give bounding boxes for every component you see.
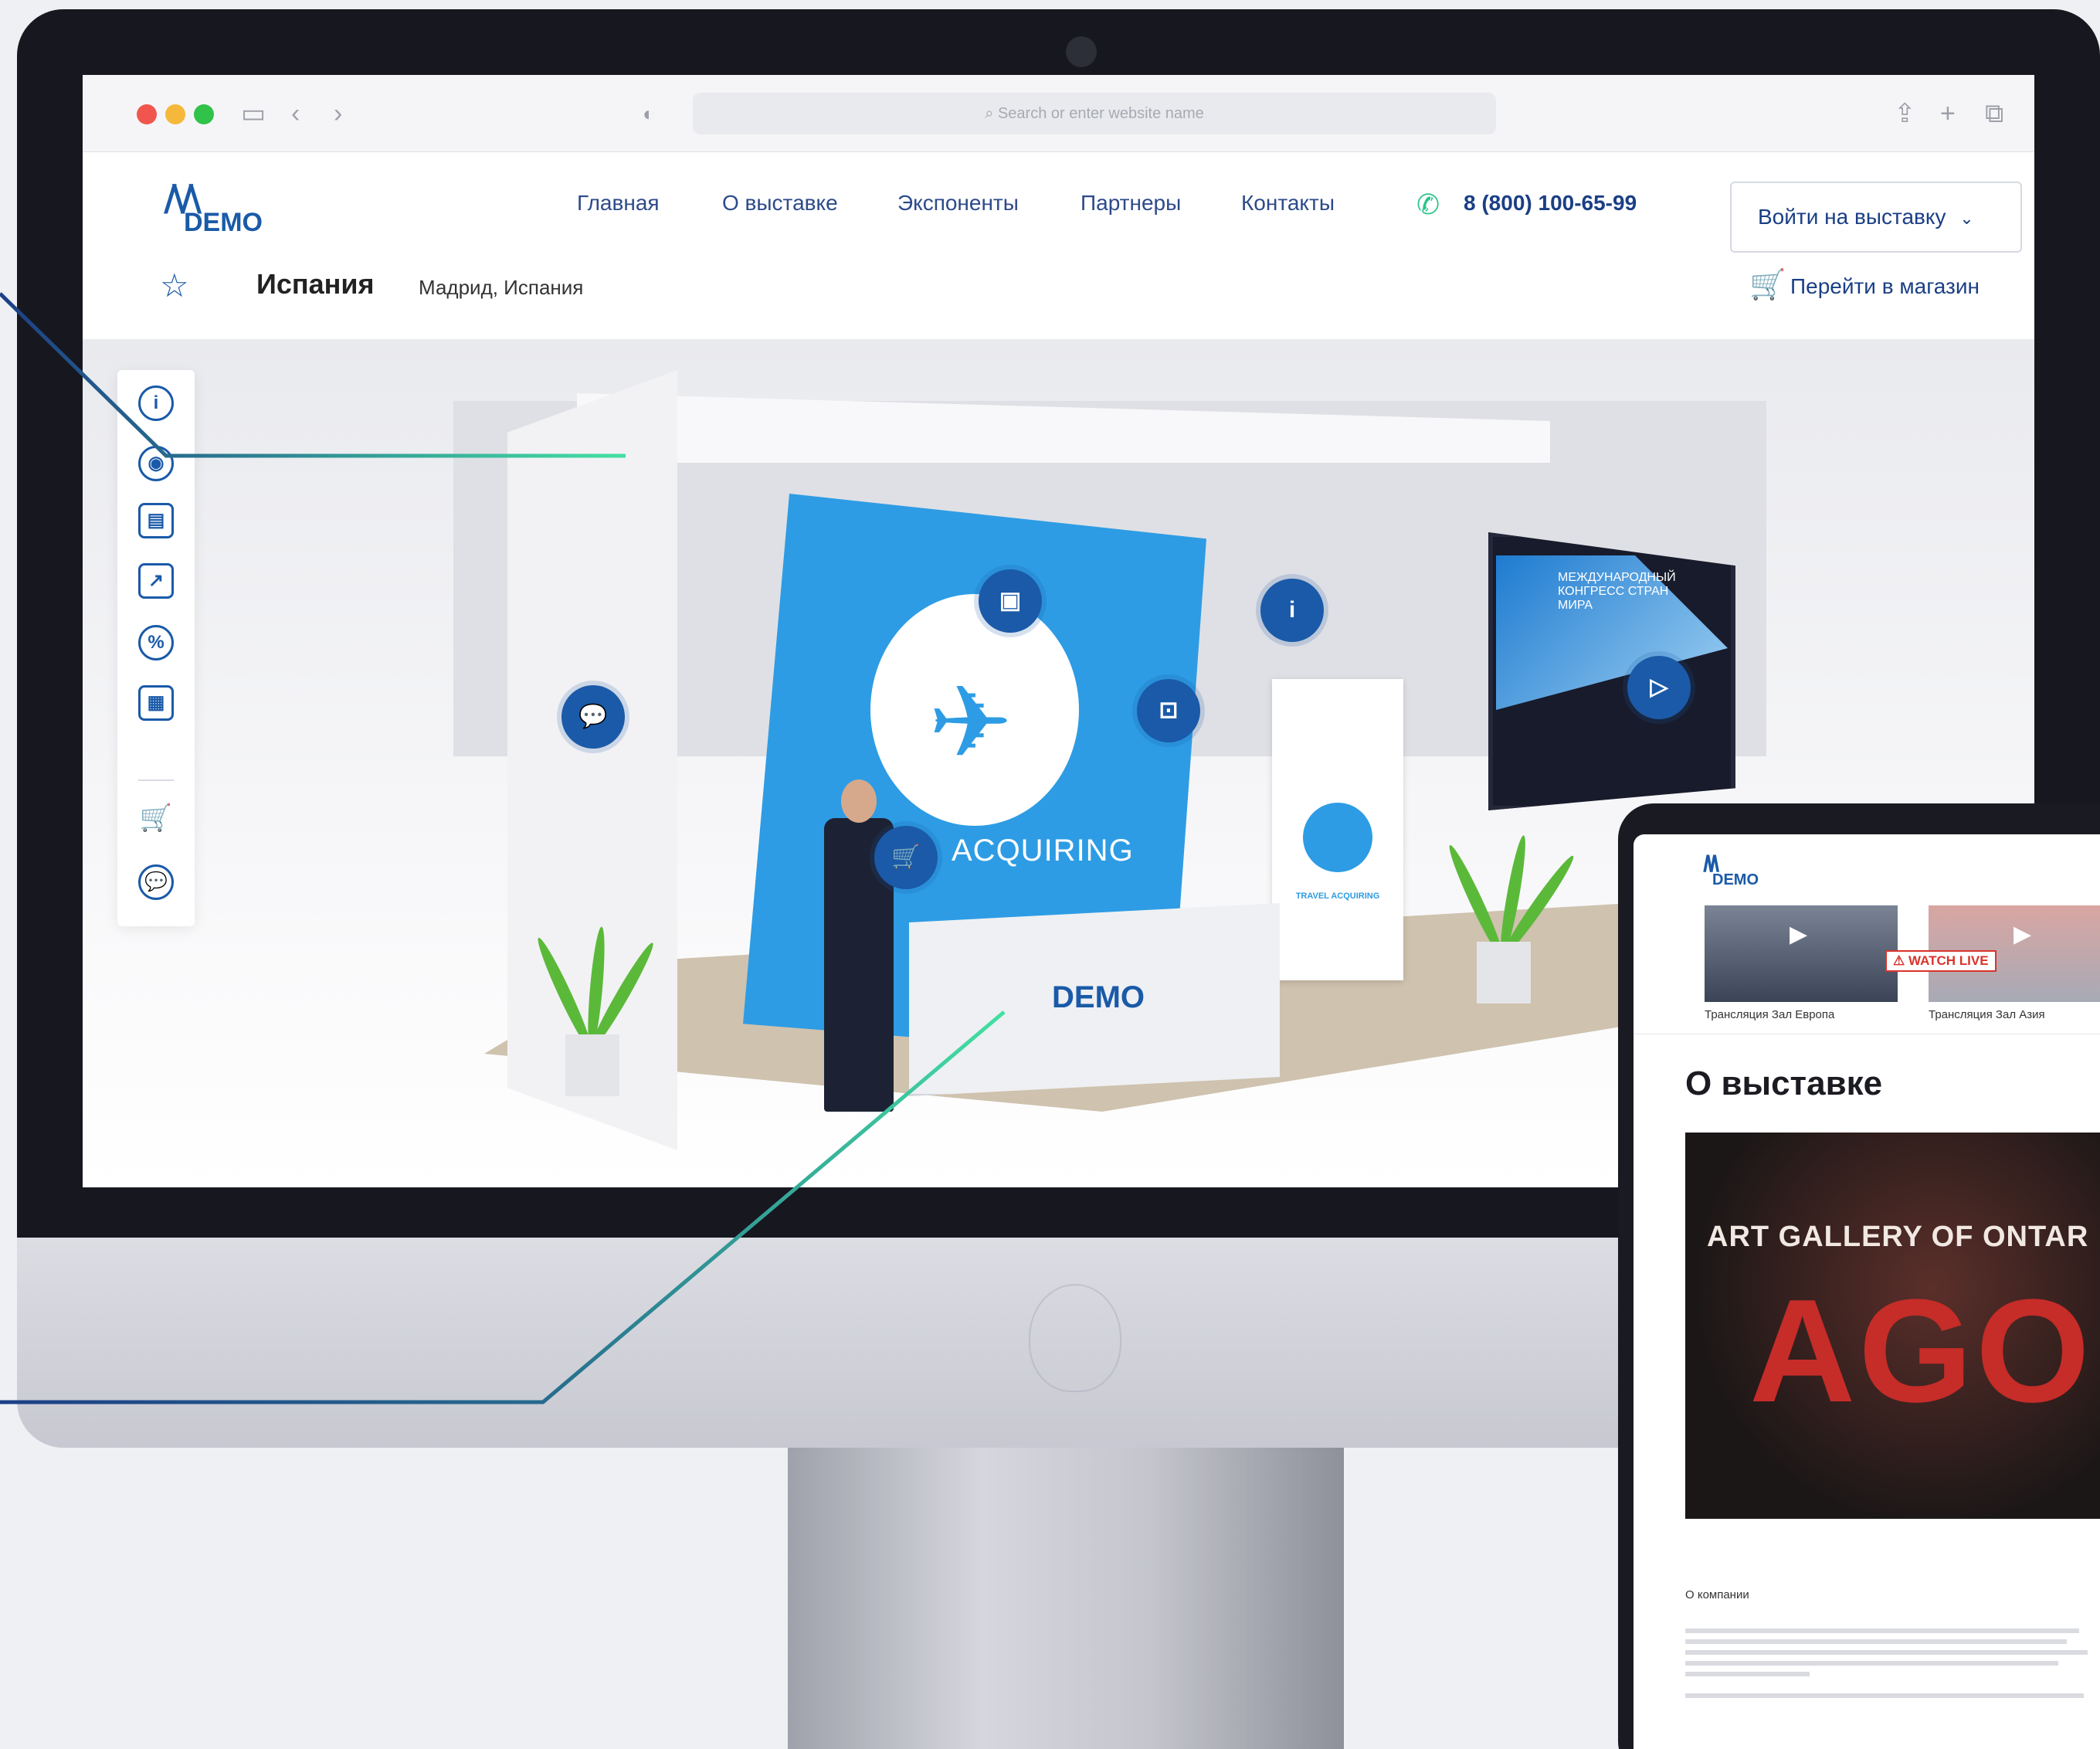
maximize-window-button[interactable] bbox=[194, 104, 214, 124]
phone-number[interactable]: 8 (800) 100-65-99 bbox=[1464, 191, 1637, 216]
site-logo[interactable]: /\/\ DEMO bbox=[164, 177, 280, 237]
hotspot-info-icon[interactable]: i bbox=[1260, 579, 1324, 642]
discount-icon[interactable]: % bbox=[138, 625, 174, 661]
hotspot-play-icon[interactable]: ▷ bbox=[1627, 656, 1691, 719]
about-heading: О выставке bbox=[1685, 1065, 1883, 1102]
shield-icon[interactable]: ◐ bbox=[643, 98, 655, 129]
address-bar[interactable]: ⌕ Search or enter website name bbox=[693, 93, 1496, 134]
login-exhibition-button[interactable]: Войти на выставку ⌄ bbox=[1730, 182, 2022, 253]
rollup-logo bbox=[1303, 803, 1372, 872]
chevron-down-icon: ⌄ bbox=[1959, 209, 1974, 228]
tv-title: МЕЖДУНАРОДНЫЙ КОНГРЕСС СТРАН МИРА bbox=[1558, 571, 1676, 612]
toolbar-divider bbox=[138, 779, 174, 781]
nav-exhibitors[interactable]: Экспоненты bbox=[897, 191, 1019, 216]
new-tab-plus-icon[interactable]: + bbox=[1940, 98, 1956, 129]
plant-right bbox=[1444, 818, 1579, 1004]
logo-text: DEMO bbox=[184, 208, 263, 237]
play-icon: ▶ bbox=[2013, 922, 2032, 947]
favorite-star-icon[interactable]: ☆ bbox=[160, 267, 189, 304]
presentation-icon[interactable]: ↗ bbox=[138, 563, 174, 599]
booth-header: ☆ Испания Мадрид, Испания 🛒 Перейти в ма… bbox=[83, 253, 2034, 339]
nav-about[interactable]: О выставке bbox=[722, 191, 838, 216]
site-header: /\/\ DEMO Главная О выставке Экспоненты … bbox=[83, 152, 2034, 253]
imac-stand bbox=[788, 1448, 1344, 1749]
info-icon[interactable]: i bbox=[138, 385, 174, 421]
hotspot-chat-icon[interactable]: 💬 bbox=[561, 685, 625, 749]
close-window-button[interactable] bbox=[137, 104, 157, 124]
hotspot-cart-icon[interactable]: 🛒 bbox=[874, 826, 938, 889]
video-screen-icon[interactable]: ▦ bbox=[138, 685, 174, 721]
booth-side-toolbar: i ◉ ▤ ↗ % ▦ 🛒 💬 bbox=[117, 370, 195, 926]
login-button-label: Войти на выставку bbox=[1758, 205, 1946, 229]
tabs-overview-icon[interactable]: ⧉ bbox=[1985, 98, 2003, 129]
photo-sign-text: ART GALLERY OF ONTAR bbox=[1707, 1221, 2089, 1253]
shopping-cart-icon[interactable]: 🛒 bbox=[1749, 268, 1786, 302]
back-arrow-icon[interactable]: ‹ bbox=[291, 98, 300, 129]
hostess-head bbox=[841, 779, 877, 823]
booth-location: Мадрид, Испания bbox=[419, 276, 584, 299]
apple-logo bbox=[1029, 1284, 1121, 1392]
plant-left bbox=[533, 911, 658, 1096]
sidebar-toggle-icon[interactable]: ▭ bbox=[241, 98, 266, 129]
airplane-icon: ✈ bbox=[928, 664, 1013, 781]
tablet-screen: /\/\ DEMO ▶ ▶ ⚠ WATCH LIVE Трансляция За… bbox=[1634, 834, 2100, 1749]
watch-live-badge: ⚠ WATCH LIVE bbox=[1885, 950, 1997, 972]
nav-partners[interactable]: Партнеры bbox=[1081, 191, 1181, 216]
cart-icon[interactable]: 🛒 bbox=[138, 803, 174, 838]
tablet-logo[interactable]: /\/\ DEMO bbox=[1703, 851, 1759, 888]
play-icon: ▶ bbox=[1790, 922, 1808, 947]
nav-home[interactable]: Главная bbox=[577, 191, 660, 216]
webcam-icon[interactable]: ◉ bbox=[138, 446, 174, 481]
company-section-title: О компании bbox=[1685, 1588, 1749, 1601]
go-to-shop-link[interactable]: Перейти в магазин bbox=[1790, 274, 1980, 299]
share-icon[interactable]: ⇪ bbox=[1894, 98, 1916, 129]
nav-contacts[interactable]: Контакты bbox=[1241, 191, 1335, 216]
browser-toolbar: ▭ ‹ › ◐ ⌕ Search or enter website name ⇪… bbox=[83, 75, 2034, 152]
archive-icon[interactable]: ▤ bbox=[138, 503, 174, 538]
minimize-window-button[interactable] bbox=[165, 104, 185, 124]
phone-icon: ✆ bbox=[1416, 188, 1440, 220]
desk-logo: DEMO bbox=[1052, 980, 1145, 1014]
banner-text: ACQUIRING bbox=[952, 834, 1134, 868]
rollup-text: TRAVEL ACQUIRING bbox=[1295, 891, 1380, 901]
booth-title: Испания bbox=[256, 268, 375, 300]
hotspot-presentation-icon[interactable]: ⊡ bbox=[1137, 679, 1200, 742]
photo-big-letters: AGO bbox=[1749, 1269, 2093, 1433]
video-thumb-europe[interactable]: ▶ bbox=[1705, 905, 1898, 1002]
company-description-placeholder bbox=[1685, 1622, 2100, 1704]
hotspot-video-screen-icon[interactable]: ▣ bbox=[979, 569, 1042, 633]
address-placeholder: Search or enter website name bbox=[997, 105, 1204, 122]
forward-arrow-icon[interactable]: › bbox=[334, 98, 342, 129]
webcam-dot bbox=[1066, 36, 1097, 67]
search-icon: ⌕ bbox=[985, 105, 998, 122]
video-caption-asia[interactable]: Трансляция Зал Азия bbox=[1929, 1008, 2045, 1021]
video-caption-europe[interactable]: Трансляция Зал Европа bbox=[1705, 1008, 1834, 1021]
chat-icon[interactable]: 💬 bbox=[138, 864, 174, 900]
